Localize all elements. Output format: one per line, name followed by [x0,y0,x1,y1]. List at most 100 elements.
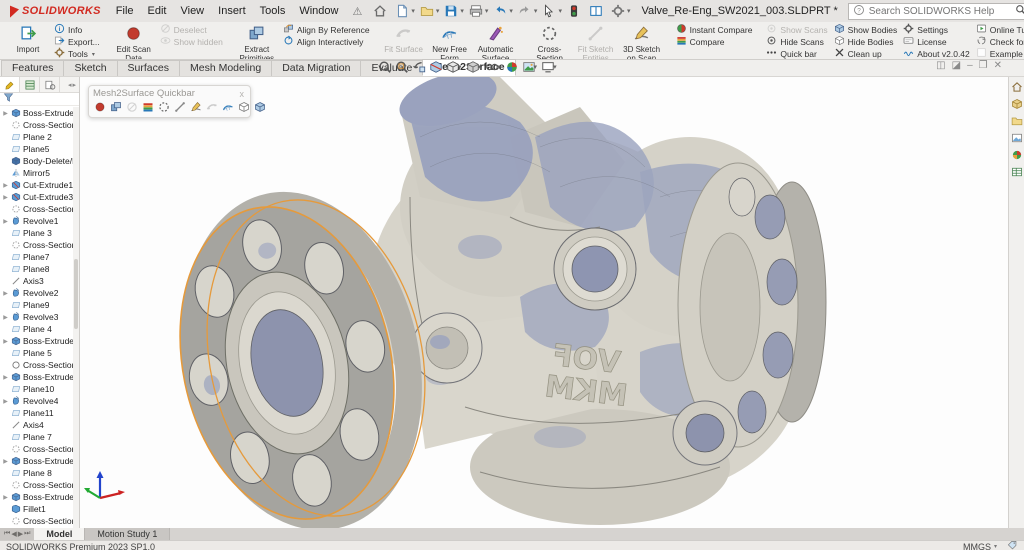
new-doc-caret-icon[interactable]: ▾ [411,7,415,15]
solidworks-resources-icon[interactable] [1010,80,1024,94]
undo-caret-icon[interactable]: ▾ [509,7,513,15]
tree-item-plane-8[interactable]: Plane 8 [0,467,79,479]
ribbon-button-about-v2-0-42[interactable]: About v2.0.42 [900,48,972,60]
quickbar-edit-scan-data-icon[interactable] [94,101,106,113]
valve-3d-model[interactable]: VOF MKM [80,77,1008,528]
rebuild-icon[interactable] [563,2,585,20]
ribbon-button-new-free-form[interactable]: New Free Form [427,23,473,58]
tree-item-revolve3[interactable]: ▶Revolve3 [0,311,79,323]
hide-show-items-icon[interactable]: ▾ [485,60,502,74]
display-style-icon[interactable]: ▾ [466,60,483,74]
ribbon-button-import[interactable]: Import [5,23,51,58]
menu-edit[interactable]: Edit [141,3,174,19]
search-icon[interactable] [1015,4,1024,18]
tree-item-body-delete-k[interactable]: Body-Delete/K [0,155,79,167]
edit-appearance-icon[interactable] [505,60,519,74]
tree-item-axis3[interactable]: Axis3 [0,275,79,287]
quickbar-fit-sketch-entities-icon[interactable] [174,101,186,113]
tree-item-cross-section1[interactable]: Cross-Section1 [0,515,79,527]
tree-scrollbar-thumb[interactable] [74,259,78,329]
menu-view[interactable]: View [173,3,211,19]
graphics-viewport[interactable]: Mesh2Surface Quickbar x [80,77,1008,528]
expand-arrow-icon[interactable]: ▶ [2,314,9,321]
tree-item-boss-extrude3[interactable]: ▶Boss-Extrude3 [0,371,79,383]
tab-nav-arrows[interactable]: ⏮◀▶⏭ [0,528,34,540]
view-settings-icon[interactable]: ▾ [541,60,558,74]
tab-data-migration[interactable]: Data Migration [271,60,361,76]
tree-item-plane-4[interactable]: Plane 4 [0,323,79,335]
tree-item-plane10[interactable]: Plane10 [0,383,79,395]
bottom-tab-motion-study-1[interactable]: Motion Study 1 [85,528,170,540]
tree-item-boss-extrude5[interactable]: ▶Boss-Extrude5 [0,491,79,503]
previous-view-icon[interactable] [412,60,426,74]
tab-sketch[interactable]: Sketch [63,60,117,76]
save-caret-icon[interactable]: ▾ [460,7,464,15]
quickbar-hide-bodies-icon[interactable] [238,101,250,113]
tree-item-plane8[interactable]: Plane8 [0,263,79,275]
dropdown-caret-icon[interactable]: ▾ [458,63,462,71]
menu-window[interactable]: Window [292,3,345,19]
options-gear-icon[interactable] [607,2,629,20]
quickbar-3d-sketch-on-scan-icon[interactable] [190,101,202,113]
quickbar-close-icon[interactable]: x [238,89,247,99]
tab-mesh-modeling[interactable]: Mesh Modeling [179,60,272,76]
redo-caret-icon[interactable]: ▾ [534,7,538,15]
expand-arrow-icon[interactable]: ▶ [2,398,9,405]
tree-item-mirror5[interactable]: Mirror5 [0,167,79,179]
tree-item-boss-extrude2[interactable]: ▶Boss-Extrude2 [0,335,79,347]
dropdown-caret-icon[interactable]: ▾ [553,63,557,71]
dropdown-caret-icon[interactable]: ▾ [497,63,501,71]
tab-property-manager[interactable] [20,77,40,92]
tab-configuration-manager[interactable] [40,77,60,92]
expand-arrow-icon[interactable]: ▶ [2,290,9,297]
select-arrow-caret-icon[interactable]: ▾ [558,7,562,15]
doc-minimize-button[interactable]: – [967,60,973,71]
tree-item-cross-section7[interactable]: Cross-Section7 [0,239,79,251]
tree-item-plane-5[interactable]: Plane 5 [0,347,79,359]
design-library-icon[interactable] [1010,97,1024,111]
view-scene-icon[interactable]: ▾ [522,60,539,74]
zoom-to-fit-icon[interactable] [378,60,392,74]
tree-item-plane7[interactable]: Plane7 [0,251,79,263]
print-icon[interactable] [465,2,487,20]
options-gear-caret-icon[interactable]: ▾ [627,7,631,15]
dropdown-caret-icon[interactable]: ▾ [478,63,482,71]
tree-item-plane-3[interactable]: Plane 3 [0,227,79,239]
tree-item-axis4[interactable]: Axis4 [0,419,79,431]
tree-scrollbar[interactable] [73,107,79,528]
tab-scroll-arrows[interactable]: ◂▸ [68,81,79,89]
ribbon-button-cross-section[interactable]: Cross-Section [527,23,573,58]
filter-funnel-icon[interactable] [3,92,14,106]
pane-single-icon[interactable]: ◪ [952,60,961,71]
pane-split-icon[interactable]: ◫ [936,60,945,71]
ribbon-button-extract-primitives[interactable]: Extract Primitives [234,23,280,58]
save-icon[interactable] [440,2,462,20]
tree-item-cut-extrude3[interactable]: ▶Cut-Extrude3 [0,191,79,203]
menu-tools[interactable]: Tools [253,3,293,19]
quickbar-show-bodies-icon[interactable] [254,101,266,113]
pin-icon[interactable]: ⚠ [347,5,367,18]
custom-properties-icon[interactable] [1010,165,1024,179]
ribbon-button-edit-scan-data[interactable]: Edit Scan Data [111,23,157,58]
lower-right-boss[interactable] [673,401,737,465]
doc-restore-button[interactable]: ❐ [979,60,988,71]
tree-item-cross-section1[interactable]: Cross-Section1 [0,443,79,455]
custom-properties-tag-icon[interactable] [1007,540,1018,550]
quickbar-compare-icon[interactable] [142,101,154,113]
open-caret-icon[interactable]: ▾ [436,7,440,15]
tab-features[interactable]: Features [1,60,64,76]
ribbon-button-quick-bar[interactable]: Quick bar [763,48,830,60]
tree-item-revolve4[interactable]: ▶Revolve4 [0,395,79,407]
menu-insert[interactable]: Insert [211,3,253,19]
tree-item-plane9[interactable]: Plane9 [0,299,79,311]
expand-arrow-icon[interactable]: ▶ [2,110,9,117]
select-arrow-icon[interactable] [538,2,560,20]
expand-arrow-icon[interactable]: ▶ [2,494,9,501]
file-explorer-icon[interactable] [1010,114,1024,128]
undo-icon[interactable] [489,2,511,20]
quickbar-new-free-form-icon[interactable] [222,101,234,113]
view-orientation-icon[interactable]: ▾ [446,60,463,74]
tree-item-plane-7[interactable]: Plane 7 [0,431,79,443]
expand-arrow-icon[interactable]: ▶ [2,182,9,189]
tree-item-cross-section1[interactable]: Cross-Section1 [0,359,79,371]
